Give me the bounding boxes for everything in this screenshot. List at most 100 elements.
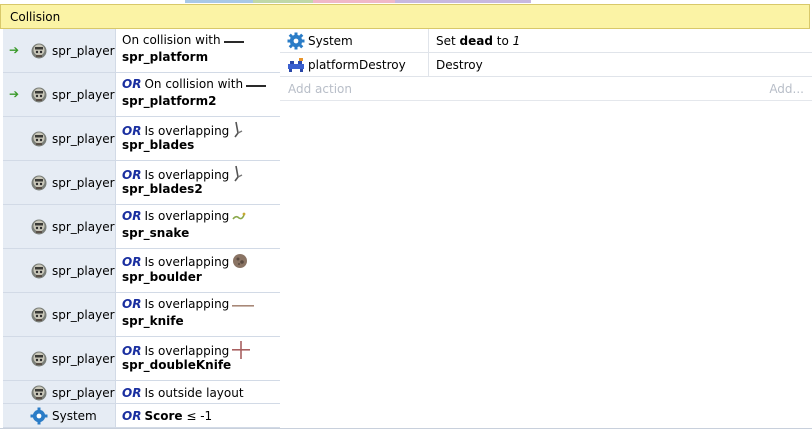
condition-row[interactable]: spr_player OR Is overlapping spr_blades xyxy=(3,117,280,161)
condition-object-name: spr_player xyxy=(52,386,115,400)
condition-object-name: spr_player xyxy=(52,220,115,234)
condition-description: Is outside layout xyxy=(144,386,244,400)
condition-row[interactable]: spr_player OR Is outside layout xyxy=(3,381,280,404)
condition-text: On collision with xyxy=(122,33,244,48)
condition-text: OR Is outside layout xyxy=(122,386,244,400)
action-object-name: System xyxy=(308,34,353,48)
or-label: OR xyxy=(122,344,142,358)
condition-text-box[interactable]: OR Is overlapping spr_blades xyxy=(115,117,280,160)
condition-target: spr_platform2 xyxy=(122,94,217,108)
or-label: OR xyxy=(122,297,142,311)
platform-destroy-icon xyxy=(288,58,304,72)
actions-panel[interactable]: System Set dead to 1 platformDestroy Des… xyxy=(280,29,812,101)
condition-target: spr_boulder xyxy=(122,270,202,284)
player-sprite-icon xyxy=(30,86,48,104)
knife-icon xyxy=(232,298,255,312)
condition-row[interactable]: System OR Score ≤ -1 xyxy=(3,404,280,428)
player-sprite-icon xyxy=(30,174,48,192)
player-sprite-icon xyxy=(30,350,48,368)
platform-icon xyxy=(223,34,244,48)
or-label: OR xyxy=(122,168,142,182)
condition-target: spr_blades2 xyxy=(122,182,203,196)
action-text[interactable]: Set dead to 1 xyxy=(436,34,520,48)
player-sprite-icon xyxy=(30,218,48,236)
action-row[interactable]: System Set dead to 1 xyxy=(280,29,812,53)
condition-text-box[interactable]: OR Is outside layout xyxy=(115,381,280,403)
condition-object-name: spr_player xyxy=(52,44,115,58)
condition-description: Is overlapping xyxy=(144,255,230,269)
add-more-link[interactable]: Add... xyxy=(769,82,804,96)
action-text-prefix: Set xyxy=(436,34,460,48)
condition-target: spr_doubleKnife xyxy=(122,358,232,372)
trigger-arrow-icon: ➔ xyxy=(9,87,20,101)
or-label: OR xyxy=(122,255,142,269)
condition-row[interactable]: spr_player OR Is overlapping spr_blades2 xyxy=(3,161,280,205)
condition-text: OR On collision with xyxy=(122,77,267,92)
condition-description: Is overlapping xyxy=(144,209,230,223)
condition-target: spr_blades xyxy=(122,138,195,152)
condition-text-box[interactable]: OR Is overlapping spr_doubleKnife xyxy=(115,337,280,380)
condition-row[interactable]: ➔ spr_player On collision with spr_platform xyxy=(3,29,280,73)
condition-text-box[interactable]: OR Is overlapping spr_boulder xyxy=(115,249,280,292)
condition-description: Is overlapping xyxy=(144,344,230,358)
condition-text: OR Is overlapping xyxy=(122,209,246,224)
condition-row[interactable]: spr_player OR Is overlapping spr_doubleKnif… xyxy=(3,337,280,381)
player-sprite-icon xyxy=(30,306,48,324)
double-knife-icon xyxy=(232,341,251,362)
action-value: 1 xyxy=(512,34,521,48)
condition-object-name: spr_player xyxy=(52,132,115,146)
platform-icon xyxy=(246,78,267,92)
event-block[interactable]: ➔ spr_player On collision with spr_platform… xyxy=(0,29,812,428)
action-divider xyxy=(428,29,429,52)
condition-comparison: ≤ -1 xyxy=(186,409,213,423)
player-sprite-icon xyxy=(30,42,48,60)
trigger-arrow-icon: ➔ xyxy=(9,43,20,57)
condition-object-name: System xyxy=(52,409,97,423)
action-row[interactable]: platformDestroy Destroy xyxy=(280,53,812,77)
condition-object-name: spr_player xyxy=(52,308,115,322)
condition-row[interactable]: spr_player OR Is overlapping spr_snake xyxy=(3,205,280,249)
condition-text-box[interactable]: OR Is overlapping spr_blades2 xyxy=(115,161,280,204)
condition-description: Is overlapping xyxy=(144,168,230,182)
condition-row[interactable]: ➔ spr_player OR On collision with spr_platfo… xyxy=(3,73,280,117)
condition-description: On collision with xyxy=(122,33,221,47)
blade-icon xyxy=(232,165,244,186)
condition-description: On collision with xyxy=(144,77,244,91)
add-action-link[interactable]: Add action xyxy=(288,82,352,96)
condition-description: Is overlapping xyxy=(144,297,230,311)
action-text-mid: to xyxy=(492,34,513,48)
or-label: OR xyxy=(122,124,142,138)
player-sprite-icon xyxy=(30,262,48,280)
condition-text-box[interactable]: OR Score ≤ -1 xyxy=(115,404,280,427)
add-action-row[interactable]: Add action Add... xyxy=(280,77,812,101)
boulder-icon xyxy=(232,253,248,272)
group-title: Collision xyxy=(10,10,61,24)
blade-icon xyxy=(232,121,244,142)
condition-text: OR Score ≤ -1 xyxy=(122,409,212,423)
condition-object-name: spr_player xyxy=(52,88,115,102)
condition-text-box[interactable]: OR Is overlapping spr_snake xyxy=(115,205,280,248)
gear-icon xyxy=(30,407,48,425)
condition-description: Is overlapping xyxy=(144,124,230,138)
or-label: OR xyxy=(122,209,142,223)
condition-row[interactable]: spr_player OR Is overlapping spr_knife xyxy=(3,293,280,337)
action-divider xyxy=(428,53,429,76)
condition-text-box[interactable]: On collision with spr_platform xyxy=(115,29,280,72)
condition-target: spr_knife xyxy=(122,314,184,328)
condition-variable: Score xyxy=(144,409,183,423)
or-label: OR xyxy=(122,386,142,400)
condition-object-name: spr_player xyxy=(52,176,115,190)
conditions-panel[interactable]: ➔ spr_player On collision with spr_platform… xyxy=(3,29,280,428)
condition-row[interactable]: spr_player OR Is overlapping spr_boulder xyxy=(3,249,280,293)
or-label: OR xyxy=(122,409,142,423)
bottom-border xyxy=(0,428,812,429)
action-variable: dead xyxy=(459,34,493,48)
condition-text-box[interactable]: OR Is overlapping spr_knife xyxy=(115,293,280,336)
condition-text-box[interactable]: OR On collision with spr_platform2 xyxy=(115,73,280,116)
action-object-name: platformDestroy xyxy=(308,58,406,72)
group-header[interactable]: Collision xyxy=(0,4,810,29)
action-text[interactable]: Destroy xyxy=(436,58,483,72)
snake-icon xyxy=(232,210,246,224)
player-sprite-icon xyxy=(30,384,48,402)
condition-text: OR Is overlapping xyxy=(122,297,255,312)
